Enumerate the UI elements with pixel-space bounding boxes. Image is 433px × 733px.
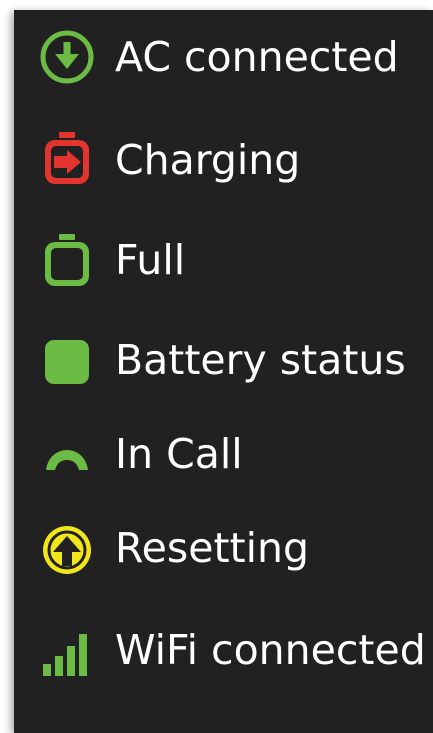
legend-row-battery-status: Battery status [14, 320, 433, 400]
status-legend-panel: AC connected Charging Full Battery statu… [14, 10, 433, 733]
legend-row-charging: Charging [14, 120, 433, 200]
legend-row-wifi-connected: WiFi connected [14, 610, 433, 690]
ac-connected-icon [39, 29, 95, 85]
wifi-signal-bars-icon [39, 622, 95, 678]
full-battery-icon [39, 232, 95, 288]
reset-arrow-icon [39, 522, 95, 578]
phone-handset-icon [39, 426, 95, 482]
legend-row-in-call: In Call [14, 414, 433, 494]
legend-label: In Call [115, 430, 243, 478]
legend-row-full: Full [14, 220, 433, 300]
legend-row-resetting: Resetting [14, 508, 433, 588]
legend-label: Resetting [115, 524, 310, 572]
charging-battery-icon [39, 130, 95, 186]
legend-label: AC connected [115, 33, 399, 81]
legend-label: Battery status [115, 336, 406, 384]
legend-row-ac-connected: AC connected [14, 18, 433, 98]
legend-label: Charging [115, 136, 301, 184]
legend-label: WiFi connected [115, 626, 426, 674]
battery-status-square-icon [39, 332, 95, 388]
legend-label: Full [115, 236, 186, 284]
